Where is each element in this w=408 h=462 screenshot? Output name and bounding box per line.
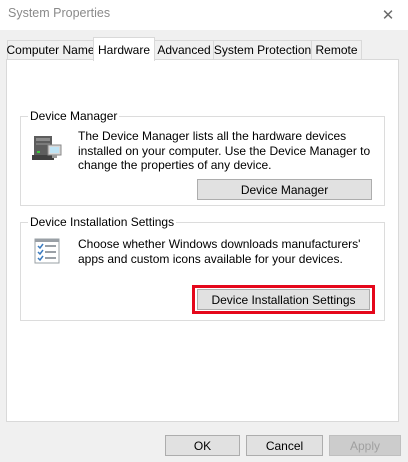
device-manager-button-label: Device Manager bbox=[240, 182, 329, 197]
tab-label: Computer Name bbox=[6, 43, 95, 57]
tab-computer-name[interactable]: Computer Name bbox=[6, 40, 95, 59]
close-button[interactable]: ✕ bbox=[368, 0, 408, 30]
cancel-button[interactable]: Cancel bbox=[246, 435, 323, 456]
device-manager-group-label: Device Manager bbox=[28, 109, 120, 123]
device-installation-settings-button-label: Device Installation Settings bbox=[211, 292, 356, 307]
device-manager-description: The Device Manager lists all the hardwar… bbox=[78, 129, 371, 172]
tab-system-protection[interactable]: System Protection bbox=[213, 40, 312, 59]
tab-hardware[interactable]: Hardware bbox=[93, 37, 155, 61]
tab-advanced[interactable]: Advanced bbox=[154, 40, 214, 59]
device-installation-settings-button[interactable]: Device Installation Settings bbox=[197, 289, 370, 310]
tab-label: Remote bbox=[315, 43, 358, 57]
dialog-body: Computer Name Hardware Advanced System P… bbox=[0, 30, 408, 462]
device-manager-group: Device Manager The Device Manager lists … bbox=[20, 109, 385, 206]
ok-button-label: OK bbox=[193, 438, 212, 453]
tab-label: System Protection bbox=[213, 43, 312, 57]
close-icon: ✕ bbox=[381, 7, 395, 24]
checklist-icon bbox=[34, 238, 60, 264]
window-title: System Properties bbox=[8, 6, 111, 20]
cancel-button-label: Cancel bbox=[265, 438, 304, 453]
apply-button-label: Apply bbox=[349, 438, 381, 453]
title-bar: System Properties ✕ bbox=[0, 0, 408, 30]
device-manager-button[interactable]: Device Manager bbox=[197, 179, 372, 200]
device-manager-icon bbox=[30, 131, 64, 163]
device-installation-description: Choose whether Windows downloads manufac… bbox=[78, 237, 361, 266]
tab-label: Advanced bbox=[157, 43, 211, 57]
device-installation-group-label: Device Installation Settings bbox=[28, 215, 177, 229]
hardware-tab-panel: Device Manager The Device Manager lists … bbox=[6, 59, 399, 422]
tab-remote[interactable]: Remote bbox=[311, 40, 362, 59]
device-installation-group: Device Installation Settings Choose whet… bbox=[20, 215, 385, 321]
apply-button[interactable]: Apply bbox=[329, 435, 401, 456]
tab-label: Hardware bbox=[97, 42, 151, 57]
ok-button[interactable]: OK bbox=[165, 435, 240, 456]
